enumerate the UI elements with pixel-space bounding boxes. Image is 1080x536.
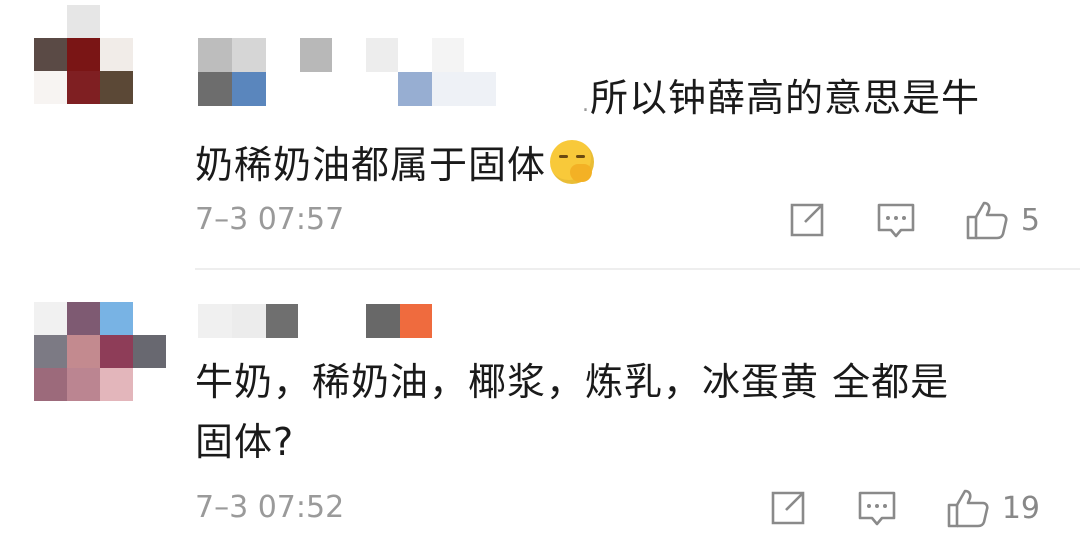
comment-timestamp: 7–3 07:52 [195,490,345,525]
avatar[interactable] [34,5,166,137]
username[interactable] [198,38,498,72]
share-icon [771,491,805,525]
comment-text: 牛奶，稀奶油，椰浆，炼乳，冰蛋黄 全都是 固体? [195,360,950,464]
comment-text: .所以钟薛高的意思是牛 奶稀奶油都属于固体 [195,76,981,187]
share-button[interactable] [768,488,808,528]
thumbs-up-icon [966,201,1008,240]
comment-icon [858,491,896,526]
avatar[interactable] [34,302,166,434]
comment-item: 牛奶，稀奶油，椰浆，炼乳，冰蛋黄 全都是 固体? 7–3 07:52 19 [0,268,1080,536]
smirk-emoji-icon [550,140,595,184]
share-icon [790,203,824,237]
comment-icon [877,203,915,238]
comment-item: .所以钟薛高的意思是牛 奶稀奶油都属于固体 7–3 07:57 5 [0,0,1080,268]
comment-actions: 19 [720,485,1040,531]
comment-timestamp: 7–3 07:57 [195,202,345,237]
username[interactable] [198,304,438,338]
comment-prefix: . [582,92,590,117]
reply-button[interactable] [856,488,898,528]
like-button[interactable]: 5 [965,199,1040,241]
like-count: 19 [1001,490,1040,526]
comment-actions: 5 [739,197,1040,243]
like-button[interactable]: 19 [946,487,1040,529]
reply-button[interactable] [875,200,917,240]
share-button[interactable] [787,200,827,240]
thumbs-up-icon [947,489,989,528]
like-count: 5 [1020,202,1040,238]
